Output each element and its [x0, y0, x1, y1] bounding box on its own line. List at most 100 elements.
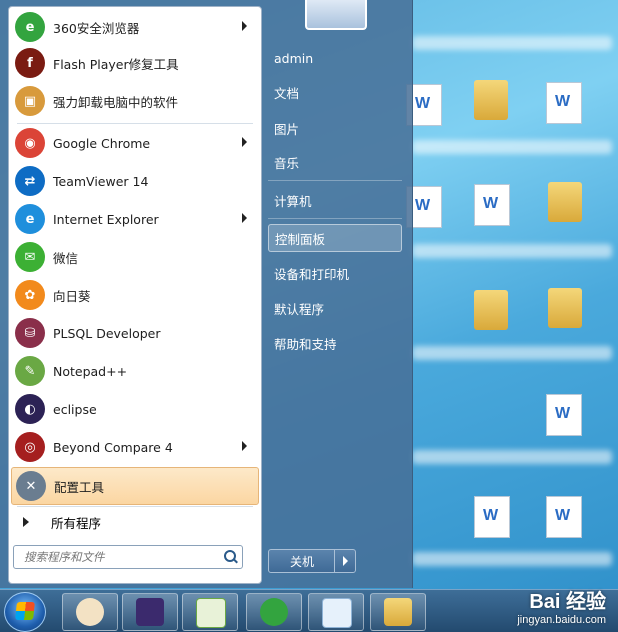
taskbar-explorer-button[interactable]	[370, 593, 426, 631]
taskbar-user-avatar-button[interactable]	[62, 593, 118, 631]
program-label: TeamViewer 14	[53, 173, 149, 189]
desktop-label-blur	[412, 36, 612, 50]
program-label: 微信	[53, 250, 79, 266]
program-item[interactable]: ✎ Notepad++	[11, 353, 257, 389]
divider	[268, 218, 402, 219]
program-item[interactable]: e 360安全浏览器	[11, 9, 257, 45]
config-tool-icon: ✕	[16, 471, 46, 501]
chrome-icon: ◉	[15, 128, 45, 158]
desktop-label-blur	[412, 346, 612, 360]
program-item[interactable]: ✉ 微信	[11, 239, 257, 275]
expand-arrow-icon	[23, 517, 29, 527]
search-box[interactable]	[13, 545, 243, 569]
notepad-plus-plus-icon	[196, 598, 226, 628]
right-pane-item[interactable]: 音乐	[268, 148, 402, 176]
divider	[268, 180, 402, 181]
internet-explorer-icon: e	[15, 204, 45, 234]
shutdown-options-arrow-icon[interactable]	[334, 549, 356, 573]
right-pane-item[interactable]: 图片	[268, 114, 402, 142]
divider	[17, 506, 253, 507]
flash-player-icon: f	[15, 48, 45, 78]
search-input[interactable]	[22, 546, 216, 568]
taskbar: Bai 经验 jingyan.baidu.com	[0, 589, 618, 632]
sunflower-icon: ✿	[15, 280, 45, 310]
start-menu: e 360安全浏览器 f Flash Player修复工具 ▣ 强力卸载电脑中的软件 ◉ Go…	[0, 0, 413, 588]
right-pane-item[interactable]: 文档	[268, 78, 402, 106]
windows-logo-icon	[15, 602, 35, 620]
program-item[interactable]: ✿ 向日葵	[11, 277, 257, 313]
360-browser-icon: e	[15, 12, 45, 42]
program-item[interactable]: ◎ Beyond Compare 4	[11, 429, 257, 465]
program-label: Flash Player修复工具	[53, 56, 179, 72]
program-label: PLSQL Developer	[53, 325, 161, 341]
program-item[interactable]: ▣ 强力卸载电脑中的软件	[11, 83, 257, 119]
wechat-icon: ✉	[15, 242, 45, 272]
right-pane-item[interactable]: 计算机	[268, 186, 402, 214]
program-item[interactable]: e Internet Explorer	[11, 201, 257, 237]
program-item[interactable]: ✕ 配置工具	[11, 467, 259, 505]
right-pane-item[interactable]: 控制面板	[268, 224, 402, 252]
program-label: 360安全浏览器	[53, 20, 140, 36]
watermark-brand: Bai 经验	[529, 591, 606, 613]
desktop-folder-icon[interactable]	[548, 182, 582, 222]
right-pane-item[interactable]: 帮助和支持	[268, 329, 402, 357]
taskbar-notepad-plus-plus-button[interactable]	[182, 593, 238, 631]
notepad-icon	[322, 598, 352, 628]
desktop-folder-icon[interactable]	[474, 290, 508, 330]
right-pane-item[interactable]: 设备和打印机	[268, 259, 402, 287]
program-label: 向日葵	[53, 288, 91, 304]
all-programs-button[interactable]: 所有程序	[19, 509, 255, 535]
eclipse-icon: ◐	[15, 394, 45, 424]
desktop-folder-icon[interactable]	[548, 288, 582, 328]
avatar-icon	[76, 598, 104, 626]
taskbar-360-browser-button[interactable]	[246, 593, 302, 631]
desktop-label-blur	[412, 140, 612, 154]
program-item[interactable]: f Flash Player修复工具	[11, 45, 257, 81]
program-label: Google Chrome	[53, 135, 151, 151]
folder-icon	[384, 598, 412, 626]
program-label: 强力卸载电脑中的软件	[53, 94, 179, 110]
submenu-arrow-icon[interactable]	[242, 21, 247, 31]
teamviewer-icon: ⇄	[15, 166, 45, 196]
program-label: Internet Explorer	[53, 211, 159, 227]
desktop-label-blur	[412, 552, 612, 566]
plsql-developer-icon: ⛁	[15, 318, 45, 348]
desktop-label-blur	[412, 450, 612, 464]
divider	[17, 123, 253, 124]
program-label: 配置工具	[54, 479, 105, 495]
program-item[interactable]: ⛁ PLSQL Developer	[11, 315, 257, 351]
desktop-folder-icon[interactable]	[474, 80, 508, 120]
notepad-plus-plus-icon: ✎	[15, 356, 45, 386]
submenu-arrow-icon[interactable]	[242, 213, 247, 223]
taskbar-notepad-button[interactable]	[308, 593, 364, 631]
program-label: Notepad++	[53, 363, 128, 379]
right-pane-item[interactable]: 默认程序	[268, 294, 402, 322]
taskbar-javaee-ide-button[interactable]	[122, 593, 178, 631]
all-programs-label: 所有程序	[51, 515, 102, 531]
uninstall-box-icon: ▣	[15, 86, 45, 116]
search-icon[interactable]	[224, 550, 236, 562]
program-item[interactable]: ⇄ TeamViewer 14	[11, 163, 257, 199]
right-pane-item[interactable]: admin	[268, 44, 402, 72]
user-picture[interactable]	[305, 0, 367, 30]
desktop-doc-icon[interactable]	[546, 82, 582, 124]
watermark: Bai 经验 jingyan.baidu.com	[517, 585, 606, 626]
360-browser-icon	[260, 598, 288, 626]
desktop-doc-icon[interactable]	[546, 496, 582, 538]
javaee-ide-icon	[136, 598, 164, 626]
programs-pane: e 360安全浏览器 f Flash Player修复工具 ▣ 强力卸载电脑中的软件 ◉ Go…	[8, 6, 262, 584]
program-label: eclipse	[53, 401, 97, 417]
submenu-arrow-icon[interactable]	[242, 441, 247, 451]
watermark-url: jingyan.baidu.com	[517, 614, 606, 626]
desktop-doc-icon[interactable]	[474, 496, 510, 538]
program-label: Beyond Compare 4	[53, 439, 173, 455]
beyond-compare-icon: ◎	[15, 432, 45, 462]
submenu-arrow-icon[interactable]	[242, 137, 247, 147]
program-item[interactable]: ◐ eclipse	[11, 391, 257, 427]
program-item[interactable]: ◉ Google Chrome	[11, 125, 257, 161]
desktop-label-blur	[412, 244, 612, 258]
desktop-doc-icon[interactable]	[546, 394, 582, 436]
start-button[interactable]	[4, 592, 46, 632]
desktop-doc-icon[interactable]	[474, 184, 510, 226]
shutdown-button[interactable]: 关机	[268, 549, 336, 573]
